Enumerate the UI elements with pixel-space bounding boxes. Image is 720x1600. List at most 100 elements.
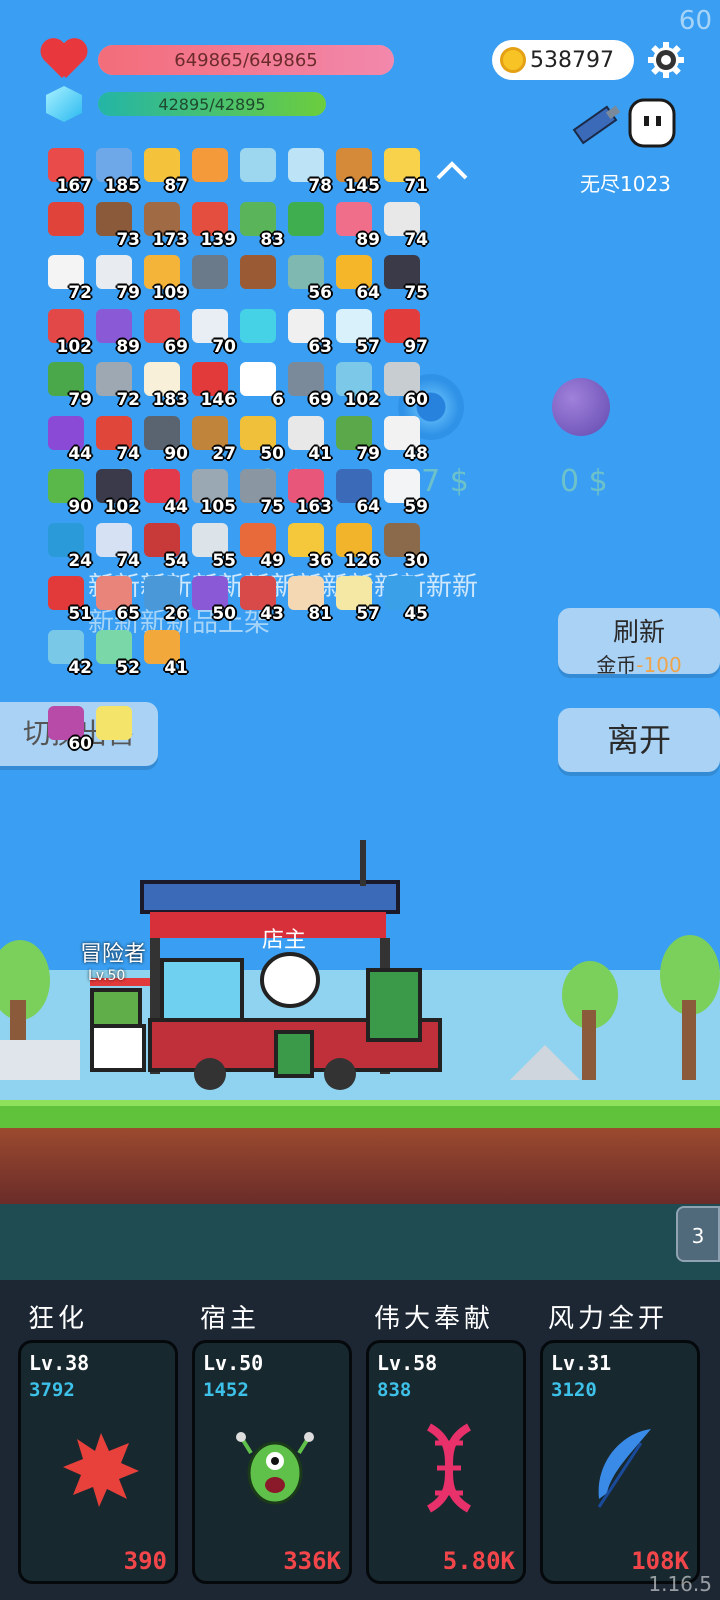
inventory-item[interactable]: 41 — [284, 414, 332, 464]
inventory-item[interactable]: 89 — [332, 200, 380, 250]
inventory-item[interactable]: 163 — [284, 467, 332, 517]
inventory-item[interactable]: 173 — [140, 200, 188, 250]
inventory-item[interactable]: 52 — [92, 628, 140, 678]
inventory-item[interactable]: 41 — [140, 628, 188, 678]
inventory-item[interactable]: 78 — [284, 146, 332, 196]
inventory-item[interactable]: 50 — [236, 414, 284, 464]
inventory-item[interactable]: 109 — [140, 253, 188, 303]
inventory-item[interactable]: 27 — [188, 414, 236, 464]
version-label: 1.16.5 — [648, 1572, 712, 1596]
skill-level: Lv.31 — [551, 1351, 612, 1375]
inventory-item[interactable]: 50 — [188, 574, 236, 624]
item-icon — [192, 255, 228, 289]
inventory-item[interactable]: 75 — [236, 467, 284, 517]
refresh-button[interactable]: 刷新 金币-100 — [558, 608, 720, 677]
skill-card-devotion[interactable]: Lv.58 838 5.80K — [366, 1340, 526, 1584]
inventory-item[interactable]: 56 — [284, 253, 332, 303]
inventory-item[interactable]: 183 — [140, 360, 188, 410]
inventory-item[interactable]: 74 — [380, 200, 428, 250]
inventory-item[interactable] — [236, 307, 284, 357]
inventory-item[interactable]: 60 — [380, 360, 428, 410]
inventory-item[interactable]: 89 — [92, 307, 140, 357]
inventory-item[interactable]: 55 — [188, 521, 236, 571]
inventory-item[interactable]: 30 — [380, 521, 428, 571]
inventory-item[interactable]: 79 — [332, 414, 380, 464]
inventory-item[interactable]: 90 — [140, 414, 188, 464]
item-count: 69 — [308, 390, 332, 410]
inventory-item[interactable]: 81 — [284, 574, 332, 624]
inventory-item[interactable]: 36 — [284, 521, 332, 571]
inventory-item[interactable]: 72 — [44, 253, 92, 303]
inventory-item[interactable]: 79 — [92, 253, 140, 303]
inventory-item[interactable] — [236, 253, 284, 303]
item-count: 79 — [68, 390, 92, 410]
inventory-item[interactable]: 71 — [380, 146, 428, 196]
inventory-item[interactable]: 57 — [332, 574, 380, 624]
inventory-item[interactable]: 83 — [236, 200, 284, 250]
inventory-item[interactable]: 69 — [284, 360, 332, 410]
adventurer — [90, 1024, 146, 1072]
inventory-item[interactable]: 51 — [44, 574, 92, 624]
inventory-item[interactable] — [188, 146, 236, 196]
item-count: 89 — [356, 229, 380, 250]
inventory-item[interactable]: 26 — [140, 574, 188, 624]
inventory-item[interactable]: 102 — [44, 307, 92, 357]
inventory-item[interactable]: 6 — [236, 360, 284, 410]
inventory-item[interactable]: 64 — [332, 467, 380, 517]
item-icon — [288, 201, 324, 236]
inventory-item[interactable]: 43 — [236, 574, 284, 624]
inventory-item[interactable]: 42 — [44, 628, 92, 678]
skill-card-full-wind[interactable]: Lv.31 3120 108K — [540, 1340, 700, 1584]
inventory-item[interactable]: 49 — [236, 521, 284, 571]
inventory-item[interactable]: 54 — [140, 521, 188, 571]
skill-level: Lv.50 — [203, 1351, 264, 1375]
skill-level: Lv.38 — [29, 1351, 90, 1375]
item-count: 89 — [116, 336, 140, 357]
inventory-item[interactable]: 24 — [44, 521, 92, 571]
skill-card-berserk[interactable]: Lv.38 3792 390 — [18, 1340, 178, 1584]
inventory-item[interactable] — [236, 146, 284, 196]
inventory-item[interactable]: 69 — [140, 307, 188, 357]
inventory-item[interactable]: 145 — [332, 146, 380, 196]
grass-ground — [0, 1100, 720, 1128]
inventory-item[interactable]: 44 — [44, 414, 92, 464]
inventory-item[interactable]: 90 — [44, 467, 92, 517]
inventory-item[interactable] — [44, 200, 92, 250]
inventory-item[interactable]: 185 — [92, 146, 140, 196]
item-count: 75 — [404, 283, 428, 303]
inventory-item[interactable] — [92, 704, 140, 754]
inventory-item[interactable]: 87 — [140, 146, 188, 196]
leave-button[interactable]: 离开 — [558, 708, 720, 772]
inventory-item[interactable]: 74 — [92, 521, 140, 571]
inventory-item[interactable]: 139 — [188, 200, 236, 250]
skill-card-host[interactable]: Lv.50 1452 336K — [192, 1340, 352, 1584]
inventory-item[interactable]: 57 — [332, 307, 380, 357]
side-tab[interactable]: 3 — [676, 1206, 720, 1262]
inventory-item[interactable]: 102 — [332, 360, 380, 410]
inventory-item[interactable]: 64 — [332, 253, 380, 303]
inventory-item[interactable]: 59 — [380, 467, 428, 517]
inventory-item[interactable]: 79 — [44, 360, 92, 410]
gear-icon[interactable] — [646, 40, 686, 80]
inventory-item[interactable]: 48 — [380, 414, 428, 464]
inventory-item[interactable]: 44 — [140, 467, 188, 517]
chevron-up-icon[interactable] — [434, 156, 470, 184]
inventory-item[interactable]: 126 — [332, 521, 380, 571]
inventory-item[interactable]: 60 — [44, 704, 92, 754]
inventory-item[interactable] — [188, 253, 236, 303]
inventory-item[interactable]: 73 — [92, 200, 140, 250]
inventory-item[interactable]: 167 — [44, 146, 92, 196]
inventory-item[interactable]: 75 — [380, 253, 428, 303]
inventory-item[interactable] — [284, 200, 332, 250]
inventory-item[interactable]: 63 — [284, 307, 332, 357]
inventory-item[interactable]: 70 — [188, 307, 236, 357]
inventory-item[interactable]: 65 — [92, 574, 140, 624]
inventory-item[interactable]: 146 — [188, 360, 236, 410]
inventory-item[interactable]: 72 — [92, 360, 140, 410]
inventory-item[interactable]: 45 — [380, 574, 428, 624]
inventory-item[interactable]: 74 — [92, 414, 140, 464]
inventory-item[interactable]: 102 — [92, 467, 140, 517]
inventory-item[interactable]: 97 — [380, 307, 428, 357]
inventory-item[interactable]: 105 — [188, 467, 236, 517]
endless-mode-icon[interactable] — [572, 96, 682, 156]
